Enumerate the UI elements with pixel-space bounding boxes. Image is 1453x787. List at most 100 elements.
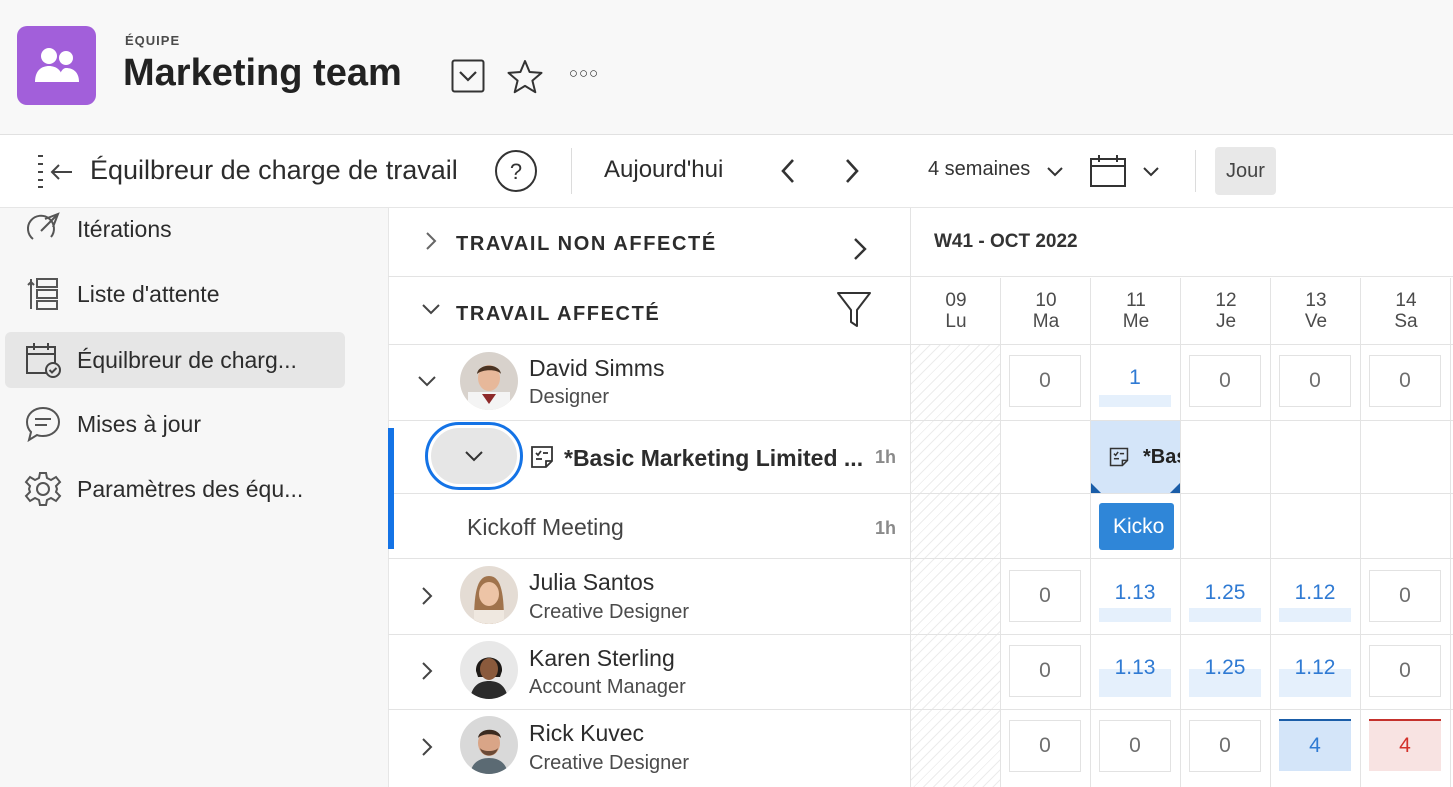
column-divider — [1000, 278, 1001, 787]
avatar — [460, 352, 518, 410]
chevron-down-icon[interactable] — [416, 372, 438, 390]
expand-panel-icon[interactable] — [849, 235, 871, 263]
workload-cell[interactable]: 1 — [1099, 355, 1171, 407]
day-header: 09 Lu — [945, 290, 967, 332]
workload-cell-overallocated[interactable]: 4 — [1369, 719, 1441, 771]
avatar — [460, 716, 518, 774]
sidebar-item-iterations[interactable]: Itérations — [5, 201, 345, 257]
sidebar-item-label: Paramètres des équ... — [77, 475, 304, 502]
chevron-right-icon[interactable] — [418, 585, 436, 607]
project-bar[interactable]: *Bas — [1091, 421, 1180, 493]
person-role: Account Manager — [529, 676, 686, 698]
calendar-icon[interactable] — [1089, 154, 1129, 188]
chevron-right-icon[interactable] — [840, 156, 864, 186]
workload-cell[interactable]: 0 — [1369, 570, 1441, 622]
day-header: 12 Je — [1215, 290, 1237, 332]
workload-cell[interactable]: 0 — [1369, 645, 1441, 697]
gear-icon — [23, 469, 63, 509]
collapse-project-button[interactable] — [425, 422, 523, 490]
column-divider — [1180, 278, 1181, 787]
workload-cell[interactable]: 1.25 — [1189, 570, 1261, 622]
row-divider — [388, 276, 1453, 277]
workload-cell[interactable]: 0 — [1009, 645, 1081, 697]
person-role: Designer — [529, 386, 610, 408]
divider — [1195, 150, 1196, 192]
task-bar[interactable]: Kicko — [1099, 503, 1174, 550]
workload-cell[interactable]: 1.12 — [1279, 570, 1351, 622]
workload-cell[interactable]: 0 — [1369, 355, 1441, 407]
project-title[interactable]: *Basic Marketing Limited ... — [564, 445, 863, 472]
filter-icon[interactable] — [836, 290, 872, 330]
star-icon[interactable] — [506, 58, 544, 96]
workload-cell[interactable]: 0 — [1189, 720, 1261, 772]
comment-icon — [23, 404, 63, 444]
chevron-down-icon[interactable] — [1044, 160, 1066, 182]
sidebar-item-label: Équilbreur de charg... — [77, 346, 297, 373]
row-divider — [388, 634, 1453, 635]
team-kicker: ÉQUIPE — [125, 33, 181, 48]
iterations-icon — [23, 209, 63, 249]
workload-cell-overallocated[interactable]: 4 — [1279, 719, 1351, 771]
svg-text:?: ? — [510, 159, 522, 184]
sidebar-item-team-settings[interactable]: Paramètres des équ... — [5, 461, 345, 517]
assigned-work-label: TRAVAIL AFFECTÉ — [456, 303, 661, 325]
help-icon[interactable]: ? — [494, 149, 538, 193]
person-role: Creative Designer — [529, 601, 690, 623]
chevron-right-icon[interactable] — [422, 230, 440, 252]
sidebar-item-backlog[interactable]: Liste d'attente — [5, 266, 345, 322]
workload-cell[interactable]: 0 — [1279, 355, 1351, 407]
project-hours: 1h — [875, 447, 897, 467]
workload-cell[interactable]: 0 — [1099, 720, 1171, 772]
avatar — [460, 641, 518, 699]
task-title[interactable]: Kickoff Meeting — [467, 514, 624, 541]
chevron-down-icon[interactable] — [1140, 160, 1162, 182]
chevron-down-box-icon[interactable] — [451, 59, 485, 93]
person-name[interactable]: Rick Kuvec — [529, 720, 644, 747]
project-icon — [529, 444, 555, 470]
chevron-right-icon[interactable] — [418, 660, 436, 682]
person-name[interactable]: Karen Sterling — [529, 645, 675, 672]
sidebar-item-label: Mises à jour — [77, 410, 201, 437]
workload-cell[interactable]: 0 — [1009, 355, 1081, 407]
project-icon — [1109, 447, 1129, 467]
sidebar-item-workload[interactable]: Équilbreur de charg... — [5, 332, 345, 388]
sidebar-item-updates[interactable]: Mises à jour — [5, 396, 345, 452]
team-avatar — [17, 26, 96, 105]
chevron-right-icon[interactable] — [418, 736, 436, 758]
person-name[interactable]: Julia Santos — [529, 569, 654, 596]
project-bar-label: *Bas — [1143, 446, 1180, 468]
today-button[interactable]: Aujourd'hui — [604, 156, 723, 184]
day-header: 11 Me — [1122, 290, 1150, 332]
column-divider — [1090, 278, 1091, 787]
workload-cell[interactable]: 1.13 — [1099, 645, 1171, 697]
person-role: Creative Designer — [529, 752, 690, 774]
workload-cell[interactable]: 1.12 — [1279, 645, 1351, 697]
workload-cell[interactable]: 1.13 — [1099, 570, 1171, 622]
workload-cell[interactable]: 0 — [1009, 720, 1081, 772]
workload-cell[interactable]: 0 — [1009, 570, 1081, 622]
divider — [571, 148, 572, 194]
task-bar-label: Kicko — [1113, 514, 1165, 538]
chevron-down-icon[interactable] — [420, 300, 442, 318]
collapse-panel-icon[interactable] — [34, 152, 76, 190]
week-label: W41 - OCT 2022 — [934, 231, 1078, 252]
workload-cell[interactable]: 1.25 — [1189, 645, 1261, 697]
range-select[interactable]: 4 semaines — [928, 158, 1030, 181]
workload-cell[interactable]: 0 — [1189, 355, 1261, 407]
column-divider — [1270, 278, 1271, 787]
avatar — [460, 566, 518, 624]
column-divider — [1360, 278, 1361, 787]
day-header: 14 Sa — [1394, 290, 1418, 332]
row-divider — [388, 420, 1453, 421]
sidebar-item-label: Liste d'attente — [77, 280, 220, 307]
more-icon[interactable]: ○○○ — [562, 62, 606, 84]
non-working-day — [911, 345, 1000, 787]
unassigned-work-label: TRAVAIL NON AFFECTÉ — [456, 233, 717, 255]
chevron-left-icon[interactable] — [776, 156, 800, 186]
sidebar-item-label: Itérations — [77, 215, 172, 242]
day-view-button[interactable]: Jour — [1215, 147, 1276, 195]
page-title: Marketing team — [123, 52, 402, 94]
task-hours: 1h — [875, 518, 897, 538]
person-name[interactable]: David Simms — [529, 355, 664, 382]
row-divider — [388, 344, 1453, 345]
